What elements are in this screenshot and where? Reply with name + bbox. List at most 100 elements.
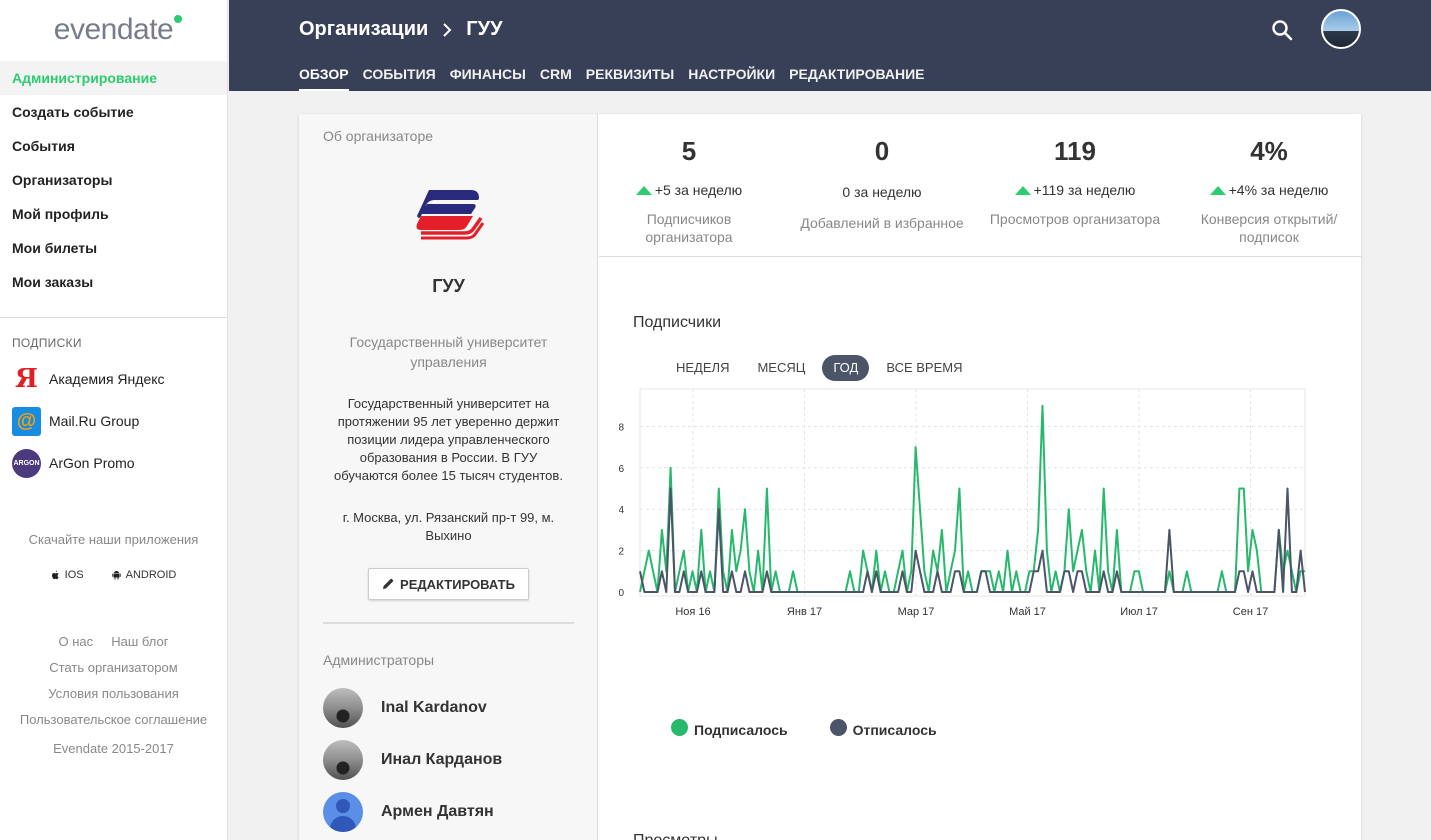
stat-delta-text: +5 за неделю (654, 182, 743, 198)
breadcrumb-organizations[interactable]: Организации (299, 18, 428, 41)
mailru-logo-icon: @ (12, 406, 41, 436)
organization-address: г. Москва, ул. Рязанский пр-т 99, м. Вых… (342, 510, 555, 543)
tab-requisites[interactable]: РЕКВИЗИТЫ (586, 66, 674, 91)
tab-events[interactable]: СОБЫТИЯ (363, 66, 436, 91)
x-tick-label: Ноя 16 (675, 606, 710, 618)
sidebar-item-my-tickets[interactable]: Мои билеты (0, 231, 227, 265)
footer-links: О нас Наш блог Стать организатором Услов… (0, 629, 227, 733)
stat-label: Добавлений в избранное (800, 215, 964, 231)
period-all-time[interactable]: ВСЕ ВРЕМЯ (875, 355, 973, 381)
search-icon[interactable] (1270, 18, 1294, 42)
period-month[interactable]: МЕСЯЦ (746, 355, 816, 381)
org-tabs: ОБЗОР СОБЫТИЯ ФИНАНСЫ CRM РЕКВИЗИТЫ НАСТ… (299, 66, 925, 91)
y-tick-label: 4 (619, 505, 624, 516)
ios-app-link[interactable]: IOS (51, 569, 84, 581)
stats-row: 5 +5 за неделю Подписчиков организатора … (599, 114, 1361, 257)
arrow-up-icon (635, 185, 652, 195)
tab-crm[interactable]: CRM (540, 66, 572, 91)
android-icon (111, 571, 121, 580)
sidebar-item-create-event[interactable]: Создать событие (0, 95, 227, 129)
period-week[interactable]: НЕДЕЛЯ (665, 355, 740, 381)
apps-title: Скачайте наши приложения (28, 532, 199, 547)
organization-full-name: Государственный университет управления (349, 334, 548, 370)
edit-organization-button[interactable]: РЕДАКТИРОВАТЬ (368, 568, 529, 600)
arrow-up-icon (1209, 185, 1226, 195)
tab-settings[interactable]: НАСТРОЙКИ (688, 66, 775, 91)
organizer-panel: Об организаторе ГУУ Государственный унив… (299, 114, 598, 840)
user-agreement-link[interactable]: Пользовательское соглашение (20, 712, 207, 727)
subscriptions-title: подписки (12, 336, 82, 350)
y-tick-label: 2 (619, 547, 624, 558)
period-selector: НЕДЕЛЯ МЕСЯЦ ГОД ВСЕ ВРЕМЯ (665, 355, 979, 381)
stat-delta: +119 за неделю (985, 180, 1165, 200)
stat-label: Подписчиков организатора (645, 211, 733, 245)
tab-finance[interactable]: ФИНАНСЫ (450, 66, 526, 91)
subscription-item-yandex[interactable]: Я Академия Яндекс (0, 358, 227, 400)
admin-name: Inal Kardanov (381, 699, 487, 716)
subscription-label: Академия Яндекс (49, 371, 165, 387)
x-tick-label: Сен 17 (1233, 606, 1268, 618)
stat-delta: 0 за неделю (792, 182, 972, 202)
arrow-up-icon (1014, 185, 1031, 195)
subscription-label: ArGon Promo (49, 455, 135, 471)
subscription-item-mailru[interactable]: @ Mail.Ru Group (0, 400, 227, 442)
top-header: Организации ГУУ ОБЗОР СОБЫТИЯ ФИНАНСЫ CR… (229, 0, 1431, 91)
about-organizer-title: Об организаторе (323, 128, 434, 144)
admin-item[interactable]: Армен Давтян (323, 792, 494, 832)
sidebar-nav: Администрирование Создать событие Событи… (0, 60, 227, 299)
pencil-icon (383, 578, 394, 589)
breadcrumb-current: ГУУ (466, 18, 503, 40)
legend-item-unsubscribed[interactable]: Отписалось (829, 718, 937, 738)
stat-delta-text: 0 за неделю (842, 184, 922, 200)
sidebar-item-events[interactable]: События (0, 129, 227, 163)
tab-editing[interactable]: РЕДАКТИРОВАНИЕ (789, 66, 924, 91)
admin-avatar (323, 688, 363, 728)
overview-card: Об организаторе ГУУ Государственный унив… (299, 114, 1361, 840)
android-label: ANDROID (125, 569, 177, 581)
stat-delta-text: +119 за неделю (1033, 182, 1136, 198)
chart-legend: Подписалось Отписалось (671, 718, 937, 738)
subscribers-chart[interactable]: 0 2 4 6 8 Ноя 16 Янв 17 Мар 17 Май 17 Июл 17 Сен 1… (619, 384, 1339, 714)
admin-name: Инал Карданов (381, 751, 503, 768)
stat-conversion: 4% +4% за неделю Конверсия открытий/ под… (1179, 114, 1359, 246)
organization-name: ГУУ (432, 276, 465, 296)
legend-dot-unsubscribed (829, 718, 847, 736)
sidebar-item-organizers[interactable]: Организаторы (0, 163, 227, 197)
blog-link[interactable]: Наш блог (111, 634, 168, 649)
admin-item[interactable]: Inal Kardanov (323, 688, 487, 728)
logo-shape-red (416, 216, 473, 230)
about-link[interactable]: О нас (59, 634, 94, 649)
tab-overview[interactable]: ОБЗОР (299, 66, 349, 91)
legend-dot-subscribed (671, 718, 688, 736)
stat-value: 5 (681, 136, 697, 166)
stat-value: 0 (874, 136, 890, 166)
legend-item-subscribed[interactable]: Подписалось (671, 718, 788, 738)
subscription-item-argon[interactable]: ARGON ArGon Promo (0, 442, 227, 484)
edit-button-label: РЕДАКТИРОВАТЬ (400, 576, 515, 592)
admin-item[interactable]: Инал Карданов (323, 740, 502, 780)
period-year[interactable]: ГОД (822, 355, 870, 381)
terms-link[interactable]: Условия пользования (48, 686, 179, 701)
y-tick-label: 0 (619, 588, 624, 599)
admin-name: Армен Давтян (381, 803, 494, 820)
logo-shape-middle (421, 204, 476, 214)
stat-subscribers: 5 +5 за неделю Подписчиков организатора (599, 114, 779, 246)
user-avatar[interactable] (1321, 9, 1361, 49)
chevron-right-icon (443, 22, 452, 37)
logo-dot-icon (174, 15, 182, 23)
sidebar-item-my-orders[interactable]: Мои заказы (0, 265, 227, 299)
evendate-logo[interactable]: evendate (0, 0, 227, 60)
copyright: Evendate 2015-2017 (53, 741, 174, 756)
organization-logo-icon (416, 190, 485, 240)
android-app-link[interactable]: ANDROID (111, 569, 177, 581)
y-tick-label: 8 (619, 422, 624, 433)
argon-logo-icon: ARGON (12, 448, 41, 478)
sidebar-item-administration[interactable]: Администрирование (0, 61, 227, 95)
sidebar-item-my-profile[interactable]: Мой профиль (0, 197, 227, 231)
become-organizer-link[interactable]: Стать организатором (49, 660, 177, 675)
views-chart-title: Просмотры (633, 832, 718, 840)
ios-label: IOS (64, 569, 84, 581)
legend-label: Подписалось (694, 722, 788, 738)
stat-delta: +4% за неделю (1179, 180, 1359, 200)
administrators-title: Администраторы (323, 652, 435, 668)
